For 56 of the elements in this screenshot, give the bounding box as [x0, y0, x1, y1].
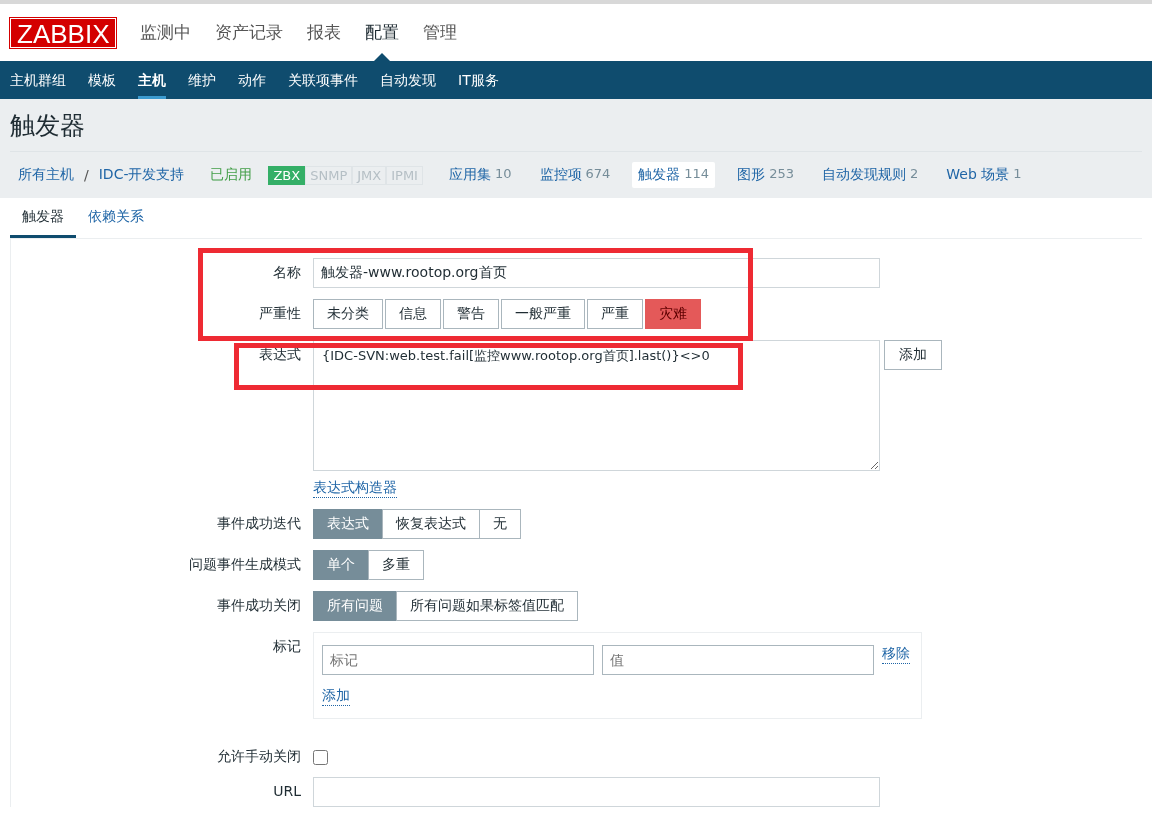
text-input[interactable]: 触发器-www.rootop.org首页	[313, 258, 880, 288]
severity-button[interactable]: 一般严重	[501, 299, 585, 329]
main-menu-item[interactable]: 资产记录	[215, 4, 284, 61]
field-label: 事件成功迭代	[216, 514, 301, 533]
host-link[interactable]: 应用集 10	[442, 162, 518, 188]
field-label: URL	[272, 782, 301, 799]
tab[interactable]: 依赖关系	[76, 198, 156, 238]
tag-input[interactable]: 标记	[322, 645, 594, 675]
host-status: 已启用	[210, 166, 253, 184]
logo: ZABBIX	[10, 17, 117, 48]
expression-constructor-link[interactable]: 表达式构造器	[313, 479, 397, 498]
page-title: 触发器	[10, 99, 1142, 152]
sub-menu-item[interactable]: IT服务	[458, 61, 499, 99]
field-label: 名称	[272, 263, 301, 282]
field-label: 允许手动关闭	[216, 747, 301, 766]
field-label: 严重性	[258, 304, 301, 323]
sub-menu-item[interactable]: 主机群组	[10, 61, 66, 99]
main-menu-item[interactable]: 管理	[423, 4, 458, 61]
checkbox[interactable]	[313, 750, 328, 765]
field-label: 标记	[272, 637, 301, 656]
host-link[interactable]: 触发器 114	[632, 162, 716, 188]
severity-button[interactable]: 严重	[587, 299, 643, 329]
text-input[interactable]	[313, 777, 880, 807]
availability-tag: ZBX	[268, 165, 306, 185]
sub-menu-item[interactable]: 维护	[188, 61, 216, 99]
host-link[interactable]: 监控项 674	[533, 162, 617, 188]
main-menu-item[interactable]: 配置	[365, 4, 400, 61]
sub-menu-item[interactable]: 自动发现	[380, 61, 436, 99]
host-link[interactable]: Web 场景 1	[940, 162, 1028, 188]
severity-button[interactable]: 灾难	[645, 299, 701, 329]
field-label: 表达式	[258, 345, 301, 364]
main-menu-item[interactable]: 报表	[307, 4, 342, 61]
option-button[interactable]: 恢复表达式	[382, 509, 480, 539]
field-label: 事件成功关闭	[216, 596, 301, 615]
value-input[interactable]: 值	[602, 645, 874, 675]
main-menu-item[interactable]: 监测中	[140, 4, 192, 61]
sub-menu-item[interactable]: 动作	[238, 61, 266, 99]
breadcrumb-separator: /	[84, 167, 89, 183]
expression-input[interactable]: {IDC-SVN:web.test.fail[监控www.rootop.org首页].last()}<>0	[313, 340, 880, 471]
option-button[interactable]: 多重	[368, 550, 424, 580]
remove-link[interactable]: 移除	[882, 645, 910, 664]
host-link[interactable]: 图形 253	[731, 162, 800, 188]
breadcrumb-link[interactable]: IDC-开发支持	[98, 166, 185, 184]
host-link[interactable]: 自动发现规则 2	[816, 162, 925, 188]
tab[interactable]: 触发器	[10, 198, 76, 238]
add-link[interactable]: 添加	[322, 687, 350, 706]
sub-menu-item[interactable]: 模板	[88, 61, 116, 99]
severity-button[interactable]: 未分类	[313, 299, 383, 329]
severity-button[interactable]: 警告	[443, 299, 499, 329]
option-button[interactable]: 无	[479, 509, 521, 539]
breadcrumb-link[interactable]: 所有主机	[18, 166, 74, 184]
add-button[interactable]: 添加	[884, 340, 942, 370]
field-label: 问题事件生成模式	[188, 555, 301, 574]
severity-button[interactable]: 信息	[385, 299, 441, 329]
sub-menu-item[interactable]: 关联项事件	[288, 61, 358, 99]
option-button[interactable]: 所有问题如果标签值匹配	[396, 591, 578, 621]
